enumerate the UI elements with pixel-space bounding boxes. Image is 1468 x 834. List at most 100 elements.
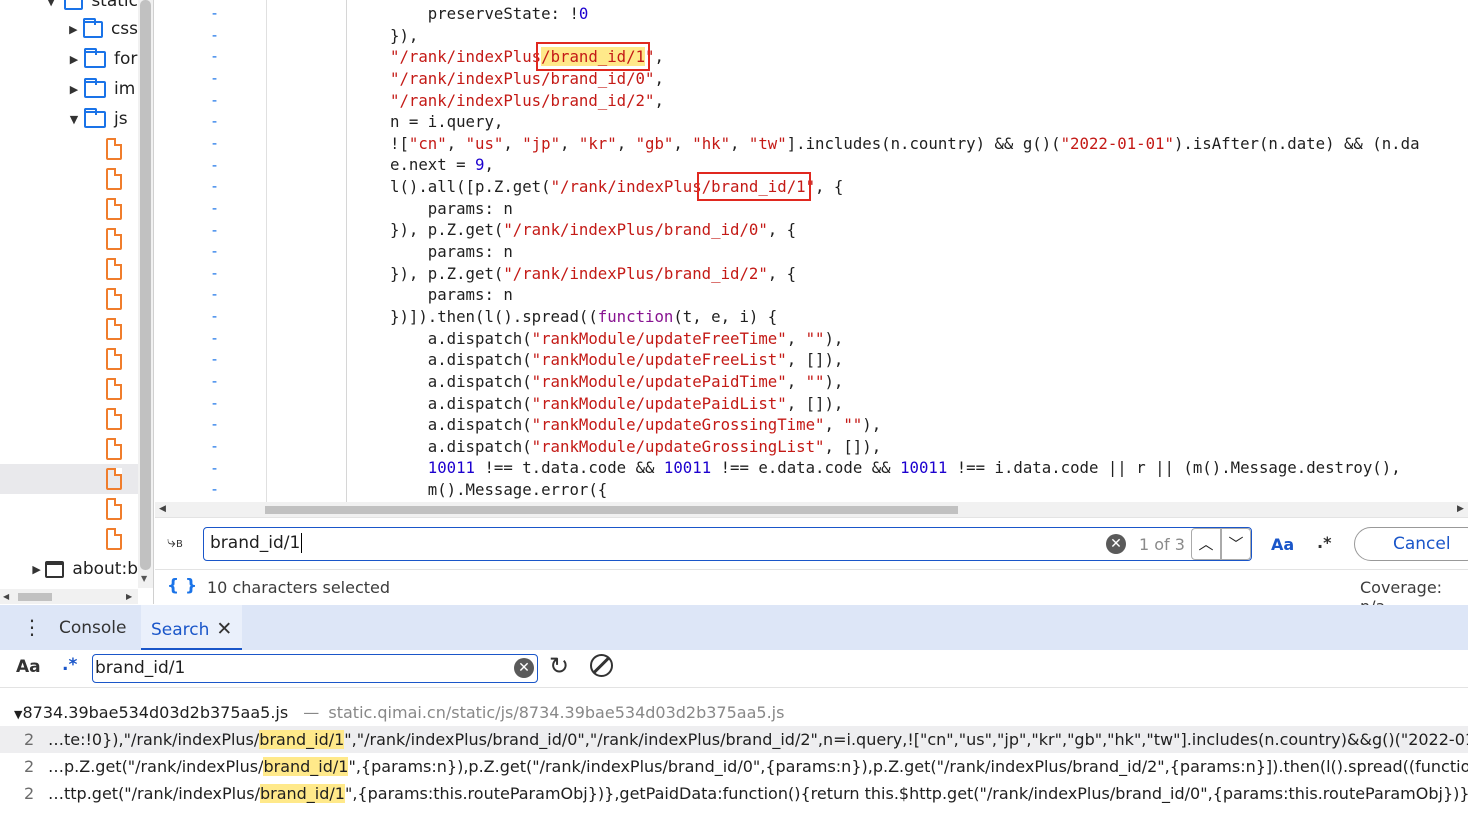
tree-folder-fonts[interactable]: ▶ for xyxy=(0,44,138,74)
code-token: a.dispatch( xyxy=(390,350,532,370)
file-icon xyxy=(106,408,122,430)
code-token: "hk" xyxy=(692,133,731,153)
tree-folder-js[interactable]: ▼ js xyxy=(0,104,138,134)
code-token: , []), xyxy=(824,436,882,456)
search-result-row[interactable]: 2 …te:!0}),"/rank/indexPlus/brand_id/1","… xyxy=(0,726,1468,753)
gutter-marker: - xyxy=(210,112,220,131)
result-file-header[interactable]: ▼8734.39bae534d03d2b375aa5.js — static.q… xyxy=(14,703,784,722)
tree-file[interactable] xyxy=(0,284,138,314)
scroll-down-arrow-icon[interactable]: ▼ xyxy=(141,574,147,583)
search-result-row[interactable]: 2 …ttp.get("/rank/indexPlus/brand_id/1",{… xyxy=(0,780,1468,807)
tree-file[interactable] xyxy=(0,434,138,464)
tab-search-label: Search xyxy=(151,620,210,640)
code-token: "/rank/indexPlus xyxy=(390,47,542,67)
gutter-marker: - xyxy=(210,25,220,44)
tree-file[interactable] xyxy=(0,464,138,494)
result-line-number: 2 xyxy=(24,784,35,803)
more-options-icon[interactable]: ⋮ xyxy=(22,615,42,639)
folder-icon xyxy=(84,47,106,68)
cancel-button[interactable]: Cancel xyxy=(1354,527,1468,561)
code-line: e.next = 9, xyxy=(390,154,1420,176)
code-token: 10011 xyxy=(900,458,948,478)
previous-match-button[interactable]: ︿ xyxy=(1191,528,1221,560)
refresh-icon[interactable]: ↻ xyxy=(549,652,569,680)
code-token: , xyxy=(730,133,749,153)
tree-folder-img[interactable]: ▶ im xyxy=(0,74,138,104)
tree-item-about-blank[interactable]: ▶ about:b xyxy=(0,554,138,584)
code-line: params: n xyxy=(390,241,1420,263)
code-token: ), xyxy=(824,371,844,391)
clear-results-icon[interactable] xyxy=(590,654,613,677)
indent-guide xyxy=(346,0,347,502)
collapsed-arrow-icon[interactable]: ▶ xyxy=(32,563,41,576)
folder-icon xyxy=(84,107,106,128)
tree-file[interactable] xyxy=(0,224,138,254)
code-token: !== t.data.code && xyxy=(475,458,664,478)
close-icon[interactable]: ✕ xyxy=(216,618,232,640)
code-token: "rankModule/updateGrossingList" xyxy=(531,436,825,456)
tree-item-label: for xyxy=(114,49,138,69)
code-token: ), xyxy=(824,328,844,348)
tab-search[interactable]: Search ✕ xyxy=(141,605,243,650)
tree-file[interactable] xyxy=(0,164,138,194)
scroll-left-arrow-icon[interactable]: ◀ xyxy=(159,504,166,514)
code-line: l().all([p.Z.get("/rank/indexPlus/brand_… xyxy=(390,172,1420,202)
tab-console[interactable]: Console xyxy=(59,618,127,638)
tree-file[interactable] xyxy=(0,374,138,404)
search-input[interactable]: brand_id/1 xyxy=(92,654,538,683)
code-token: !== i.data.code || r || (m().Message.des… xyxy=(947,458,1401,478)
tree-scroll-thumb[interactable] xyxy=(140,0,151,570)
tree-file[interactable] xyxy=(0,134,138,164)
search-result-row[interactable]: 2 …p.Z.get("/rank/indexPlus/brand_id/1",{… xyxy=(0,753,1468,780)
code-token: "us" xyxy=(465,133,504,153)
code-token: params: n xyxy=(390,198,513,218)
code-token: , []), xyxy=(786,350,844,370)
regex-toggle[interactable]: .* xyxy=(62,655,77,675)
code-token: }), p.Z.get( xyxy=(390,263,504,283)
code-token: params: n xyxy=(390,285,513,305)
pretty-print-icon[interactable]: { } xyxy=(167,576,197,596)
code-token: , xyxy=(446,133,466,153)
tree-folder-css[interactable]: ▶ css xyxy=(0,14,138,44)
code-token: (t, e, i) { xyxy=(673,306,778,326)
replace-toggle-icon[interactable]: ⤷B xyxy=(167,532,183,552)
match-case-toggle[interactable]: Aa xyxy=(1271,535,1294,554)
gutter-marker: - xyxy=(210,220,220,239)
scroll-right-arrow-icon[interactable]: ▶ xyxy=(1457,504,1464,514)
code-token: "cn" xyxy=(408,133,447,153)
code-token: 10011 xyxy=(427,458,476,478)
clear-input-icon[interactable]: ✕ xyxy=(514,658,534,678)
collapsed-arrow-icon[interactable]: ▶ xyxy=(68,83,80,96)
tree-file[interactable] xyxy=(0,404,138,434)
tree-file[interactable] xyxy=(0,254,138,284)
code-editor[interactable]: - - - - - - - - - - - - - - - - - - - - - - - preserveState: !… xyxy=(155,0,1468,517)
folder-icon xyxy=(64,0,84,10)
scroll-left-arrow-icon[interactable]: ◀ xyxy=(3,592,9,601)
collapsed-arrow-icon[interactable]: ▶ xyxy=(68,53,80,66)
gutter-marker: - xyxy=(210,68,220,87)
gutter-marker: - xyxy=(210,458,220,477)
highlighted-match: /brand_id/1 xyxy=(696,172,811,202)
tree-file[interactable] xyxy=(0,494,138,524)
match-case-toggle[interactable]: Aa xyxy=(16,657,41,677)
tree-file[interactable] xyxy=(0,344,138,374)
expand-arrow-icon[interactable]: ▼ xyxy=(46,0,56,8)
code-token: "/rank/indexPlus/brand_id/0" xyxy=(390,68,655,88)
tree-file[interactable] xyxy=(0,314,138,344)
tree-file[interactable] xyxy=(0,524,138,554)
regex-toggle[interactable]: .* xyxy=(1317,533,1331,552)
code-token: , xyxy=(654,90,664,110)
scroll-right-arrow-icon[interactable]: ▶ xyxy=(126,592,132,601)
find-input[interactable]: brand_id/1 xyxy=(203,527,1252,561)
next-match-button[interactable]: ﹀ xyxy=(1221,528,1251,560)
code-token: params: n xyxy=(390,242,513,262)
tree-hscroll-thumb[interactable] xyxy=(18,593,52,601)
editor-hscroll-thumb[interactable] xyxy=(265,506,958,514)
expand-arrow-icon[interactable]: ▼ xyxy=(68,113,80,126)
clear-input-icon[interactable]: ✕ xyxy=(1106,534,1126,554)
tree-file[interactable] xyxy=(0,194,138,224)
result-text-before: …p.Z.get("/rank/indexPlus/ xyxy=(48,757,264,776)
code-content[interactable]: preserveState: !0}), "/rank/indexPlus/bra… xyxy=(390,3,1420,501)
result-line-number: 2 xyxy=(24,730,35,749)
collapsed-arrow-icon[interactable]: ▶ xyxy=(68,23,79,36)
